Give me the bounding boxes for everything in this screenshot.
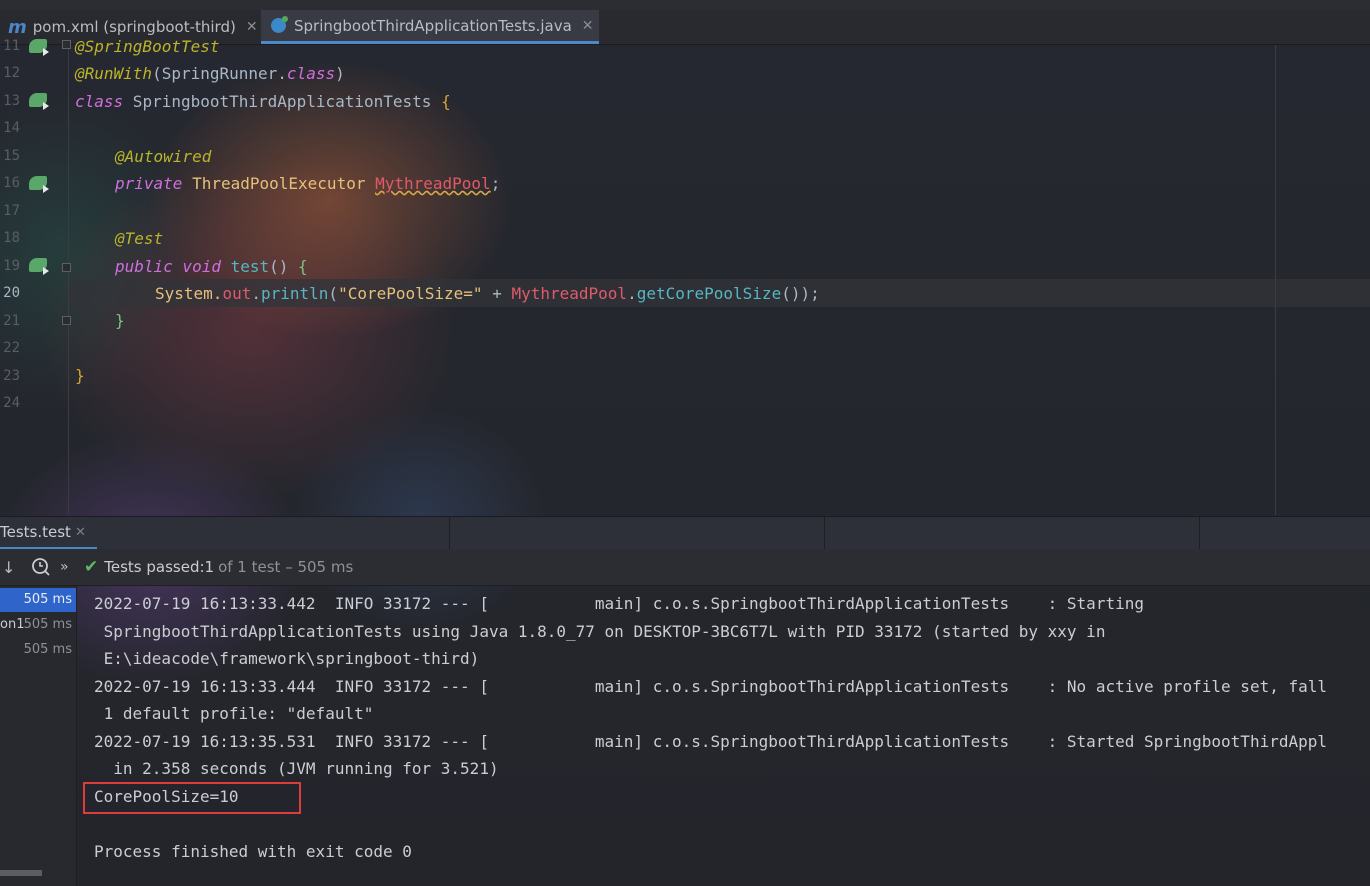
console-line: 2022-07-19 16:13:35.531 INFO 33172 --- […	[94, 732, 1327, 751]
run-test-icon[interactable]	[29, 93, 49, 110]
fold-icon[interactable]	[62, 316, 71, 325]
run-toolbar: ↓ » ✔ Tests passed: 1 of 1 test – 505 ms	[0, 549, 1370, 586]
spring-bean-icon[interactable]	[29, 39, 49, 56]
line-number: 11	[3, 38, 20, 54]
fold-icon[interactable]	[62, 263, 71, 272]
line-number: 21	[3, 313, 20, 329]
code-line-15: @Autowired	[115, 147, 212, 166]
code-line-11: @SpringBootTest	[75, 37, 220, 56]
code-line-13: class SpringbootThirdApplicationTests {	[75, 92, 451, 111]
test-tree-row[interactable]: on1 505 ms	[0, 613, 76, 637]
breadcrumb-bar	[0, 0, 1370, 10]
code-line-19: public void test() {	[115, 257, 308, 276]
console-line: 1 default profile: "default"	[94, 704, 374, 723]
line-number: 23	[3, 368, 20, 384]
line-number: 20	[3, 285, 20, 301]
run-panel-header: Tests.test ✕	[0, 516, 1370, 550]
line-number: 18	[3, 230, 20, 246]
code-line-16: private ThreadPoolExecutor MythreadPool;	[115, 174, 501, 193]
console-line: in 2.358 seconds (JVM running for 3.521)	[94, 759, 499, 778]
code-line-12: @RunWith(SpringRunner.class)	[75, 64, 345, 83]
test-status: ✔ Tests passed: 1 of 1 test – 505 ms	[84, 557, 354, 577]
console-line: E:\ideacode\framework\springboot-third)	[94, 649, 480, 668]
line-number: 22	[3, 340, 20, 356]
run-tab-label: Tests.test	[0, 523, 71, 541]
line-number: 14	[3, 120, 20, 136]
autowired-bean-icon[interactable]	[29, 176, 49, 193]
editor-gutter: 11 12 13 14 15 16 17 18 19 20 21 22 23 2…	[0, 38, 71, 515]
divider	[449, 517, 450, 550]
code-line-21: }	[115, 311, 125, 330]
line-number: 24	[3, 395, 20, 411]
code-line-18: @Test	[115, 229, 164, 248]
console-line: 2022-07-19 16:13:33.444 INFO 33172 --- […	[94, 677, 1327, 696]
test-tree-row[interactable]: 505 ms	[0, 638, 76, 662]
tab-label: SpringbootThirdApplicationTests.java	[294, 16, 572, 35]
right-margin-guide	[1275, 45, 1276, 515]
console-output[interactable]: 2022-07-19 16:13:33.442 INFO 33172 --- […	[77, 586, 1370, 886]
line-number: 12	[3, 65, 20, 81]
console-line: SpringbootThirdApplicationTests using Ja…	[94, 622, 1106, 641]
test-history-icon[interactable]	[31, 549, 51, 585]
tab-label: pom.xml (springboot-third)	[32, 18, 236, 36]
close-icon[interactable]: ✕	[246, 19, 258, 35]
more-icon[interactable]: »	[60, 549, 69, 585]
check-icon: ✔	[84, 557, 99, 577]
test-tree-row[interactable]: 505 ms	[0, 588, 76, 612]
test-tree: 505 ms on1 505 ms 505 ms	[0, 586, 77, 886]
java-class-icon	[271, 16, 288, 33]
scrollbar[interactable]	[0, 870, 42, 876]
maven-icon: m	[8, 16, 27, 38]
console-line: Process finished with exit code 0	[94, 842, 412, 861]
close-icon[interactable]: ✕	[582, 18, 594, 34]
run-test-icon[interactable]	[29, 258, 49, 275]
code-line-20: System.out.println("CorePoolSize=" + Myt…	[155, 284, 820, 303]
run-tab[interactable]: Tests.test ✕	[0, 517, 97, 550]
arrow-down-icon[interactable]: ↓	[2, 549, 15, 585]
divider	[1199, 517, 1200, 550]
tab-tests-java[interactable]: SpringbootThirdApplicationTests.java ✕	[261, 10, 599, 44]
highlight-box	[83, 782, 301, 814]
line-number: 19	[3, 258, 20, 274]
line-number: 16	[3, 175, 20, 191]
close-icon[interactable]: ✕	[75, 525, 86, 540]
line-number: 13	[3, 93, 20, 109]
divider	[824, 517, 825, 550]
console-line: 2022-07-19 16:13:33.442 INFO 33172 --- […	[94, 594, 1144, 613]
line-number: 17	[3, 203, 20, 219]
code-line-23: }	[75, 366, 85, 385]
fold-icon[interactable]	[62, 40, 71, 49]
line-number: 15	[3, 148, 20, 164]
